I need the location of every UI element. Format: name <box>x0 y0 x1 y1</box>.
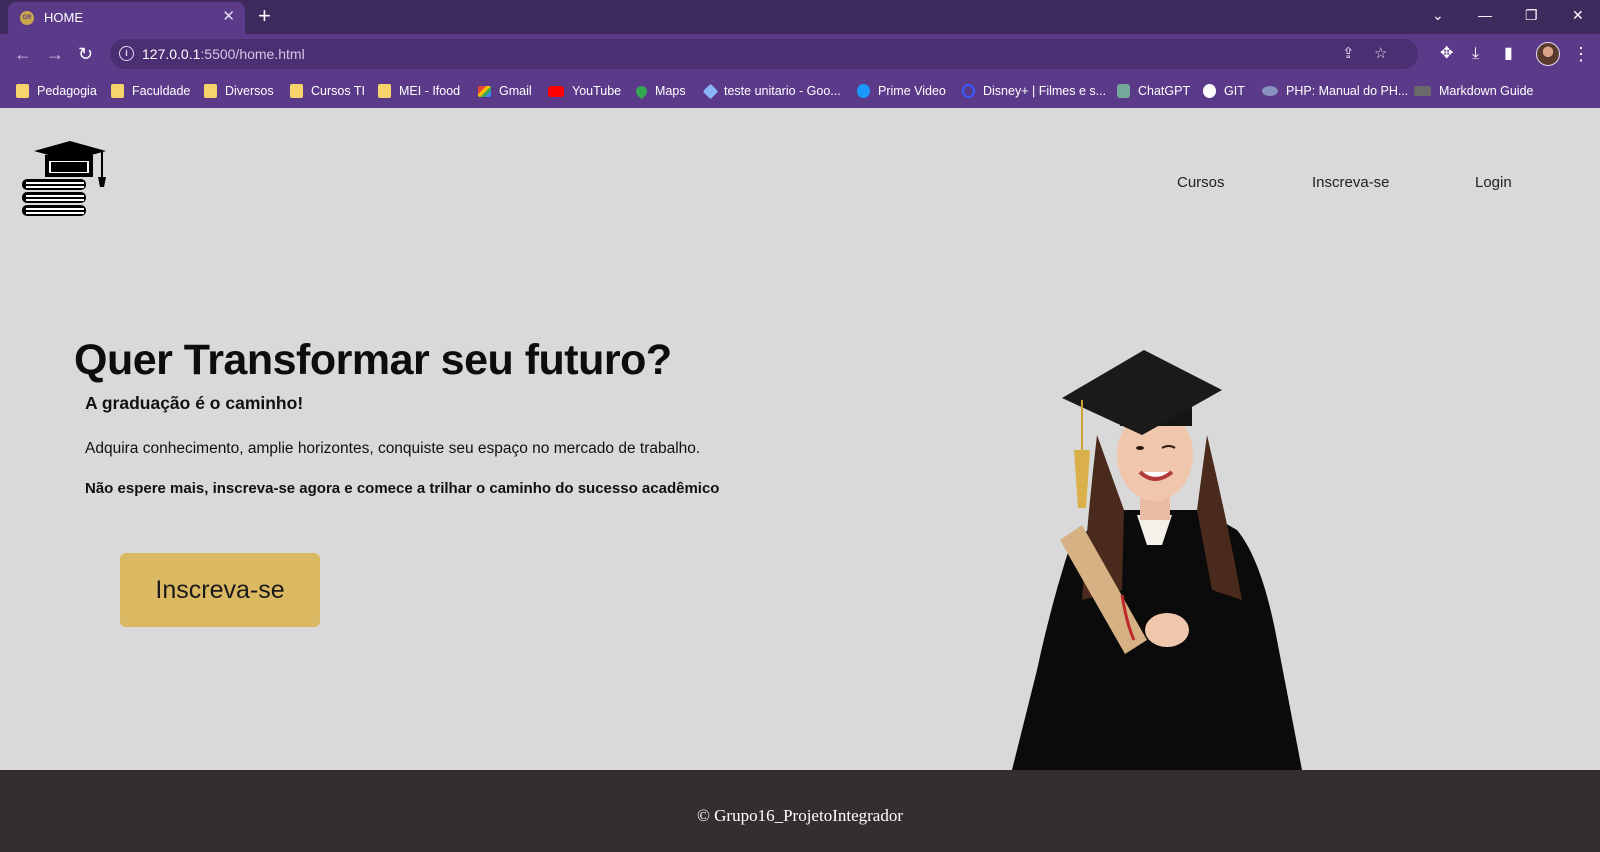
url-host: 127.0.0.1 <box>142 46 201 62</box>
bookmark-label: Pedagogia <box>37 84 97 98</box>
google-icon <box>702 83 719 99</box>
hero-subtitle: A graduação é o caminho! <box>85 393 304 413</box>
bookmark-label: Markdown Guide <box>1439 84 1534 98</box>
bookmark-prime-video[interactable]: Prime Video <box>857 81 946 101</box>
bookmarks-bar: Pedagogia Faculdade Diversos Cursos TI M… <box>0 74 1600 108</box>
graduate-student-image <box>1012 350 1302 770</box>
bookmark-label: Maps <box>655 84 686 98</box>
footer-copyright: © Grupo16_ProjetoIntegrador <box>696 806 903 825</box>
folder-icon <box>16 84 29 98</box>
folder-icon <box>290 84 303 98</box>
bookmark-diversos[interactable]: Diversos <box>204 81 274 101</box>
bookmark-gmail[interactable]: Gmail <box>478 81 532 101</box>
bookmark-teste-unitario[interactable]: teste unitario - Goo... <box>702 81 841 101</box>
nav-link-login[interactable]: Login <box>1475 174 1512 191</box>
browser-tab-bar: GR HOME ✕ + ⌄ — ❐ ✕ <box>0 0 1600 34</box>
nav-link-cursos[interactable]: Cursos <box>1177 174 1225 191</box>
bookmark-label: teste unitario - Goo... <box>724 84 841 98</box>
browser-tab-home[interactable]: GR HOME ✕ <box>8 2 245 34</box>
bookmark-label: Diversos <box>225 84 274 98</box>
browser-toolbar: ← → ↻ i 127.0.0.1:5500/home.html ⇪ ☆ ✥ ⤓… <box>0 34 1600 74</box>
tab-search-chevron-icon[interactable]: ⌄ <box>1432 6 1444 24</box>
menu-kebab-icon[interactable]: ⋮ <box>1572 43 1590 65</box>
bookmark-label: YouTube <box>572 84 622 98</box>
bookmark-php-manual[interactable]: PHP: Manual do PH... <box>1262 81 1408 101</box>
hero-description: Adquira conhecimento, amplie horizontes,… <box>85 440 701 457</box>
site-favicon-icon: GR <box>20 11 34 25</box>
bookmark-label: Gmail <box>499 84 532 98</box>
folder-icon <box>204 84 217 98</box>
back-arrow-icon[interactable]: ← <box>14 43 32 65</box>
site-footer: © Grupo16_ProjetoIntegrador <box>0 770 1600 852</box>
chatgpt-icon <box>1117 84 1130 98</box>
close-window-icon[interactable]: ✕ <box>1572 6 1584 24</box>
bookmark-markdown-guide[interactable]: Markdown Guide <box>1414 81 1534 101</box>
restore-window-icon[interactable]: ❐ <box>1525 6 1538 24</box>
side-panel-icon[interactable]: ▮ <box>1504 43 1513 65</box>
new-tab-button[interactable]: + <box>258 4 271 28</box>
bookmark-label: Cursos TI <box>311 84 365 98</box>
bookmark-mei-ifood[interactable]: MEI - Ifood <box>378 81 460 101</box>
bookmark-label: MEI - Ifood <box>399 84 461 98</box>
bookmark-star-icon[interactable]: ☆ <box>1374 44 1387 62</box>
reload-icon[interactable]: ↻ <box>78 43 93 65</box>
site-info-icon[interactable]: i <box>119 46 134 61</box>
url-path: :5500/home.html <box>200 46 305 62</box>
page-content: Cursos Inscreva-se Login Quer Transforma… <box>0 108 1600 770</box>
gmail-icon <box>478 85 491 97</box>
bookmark-pedagogia[interactable]: Pedagogia <box>16 81 97 101</box>
prime-video-icon <box>857 84 870 98</box>
nav-link-inscreva-se[interactable]: Inscreva-se <box>1312 174 1390 191</box>
youtube-icon <box>548 85 564 97</box>
hero-title: Quer Transformar seu futuro? <box>74 336 672 384</box>
disney-icon <box>962 84 975 98</box>
bookmark-label: Prime Video <box>878 84 946 98</box>
url-text[interactable]: 127.0.0.1:5500/home.html <box>142 46 305 62</box>
extensions-puzzle-icon[interactable]: ✥ <box>1440 43 1453 65</box>
bookmark-youtube[interactable]: YouTube <box>548 81 621 101</box>
inscreva-se-button[interactable]: Inscreva-se <box>120 553 320 627</box>
markdown-icon <box>1414 86 1431 96</box>
bookmark-disney[interactable]: Disney+ | Filmes e s... <box>962 81 1106 101</box>
hero-call-to-action-text: Não espere mais, inscreva-se agora e com… <box>85 480 720 497</box>
bookmark-maps[interactable]: Maps <box>633 81 686 101</box>
bookmark-label: ChatGPT <box>1138 84 1191 98</box>
bookmark-label: Faculdade <box>132 84 191 98</box>
github-icon <box>1203 84 1216 98</box>
maps-icon <box>633 83 650 99</box>
tab-title: HOME <box>44 10 83 25</box>
bookmark-faculdade[interactable]: Faculdade <box>111 81 190 101</box>
profile-avatar[interactable] <box>1536 42 1560 66</box>
minimize-window-icon[interactable]: — <box>1478 6 1492 24</box>
bookmark-cursos-ti[interactable]: Cursos TI <box>290 81 365 101</box>
php-icon <box>1262 86 1278 96</box>
download-icon[interactable]: ⤓ <box>1472 43 1479 65</box>
forward-arrow-icon[interactable]: → <box>46 43 64 65</box>
folder-icon <box>378 84 391 98</box>
close-tab-icon[interactable]: ✕ <box>222 8 235 26</box>
bookmark-label: PHP: Manual do PH... <box>1286 84 1409 98</box>
bookmark-label: GIT <box>1224 84 1245 98</box>
share-icon[interactable]: ⇪ <box>1342 44 1355 62</box>
bookmark-label: Disney+ | Filmes e s... <box>983 84 1107 98</box>
bookmark-chatgpt[interactable]: ChatGPT <box>1117 81 1190 101</box>
graduation-books-logo-icon[interactable] <box>18 139 110 219</box>
folder-icon <box>111 84 124 98</box>
address-bar[interactable]: i 127.0.0.1:5500/home.html ⇪ ☆ <box>110 39 1418 69</box>
bookmark-git[interactable]: GIT <box>1203 81 1245 101</box>
